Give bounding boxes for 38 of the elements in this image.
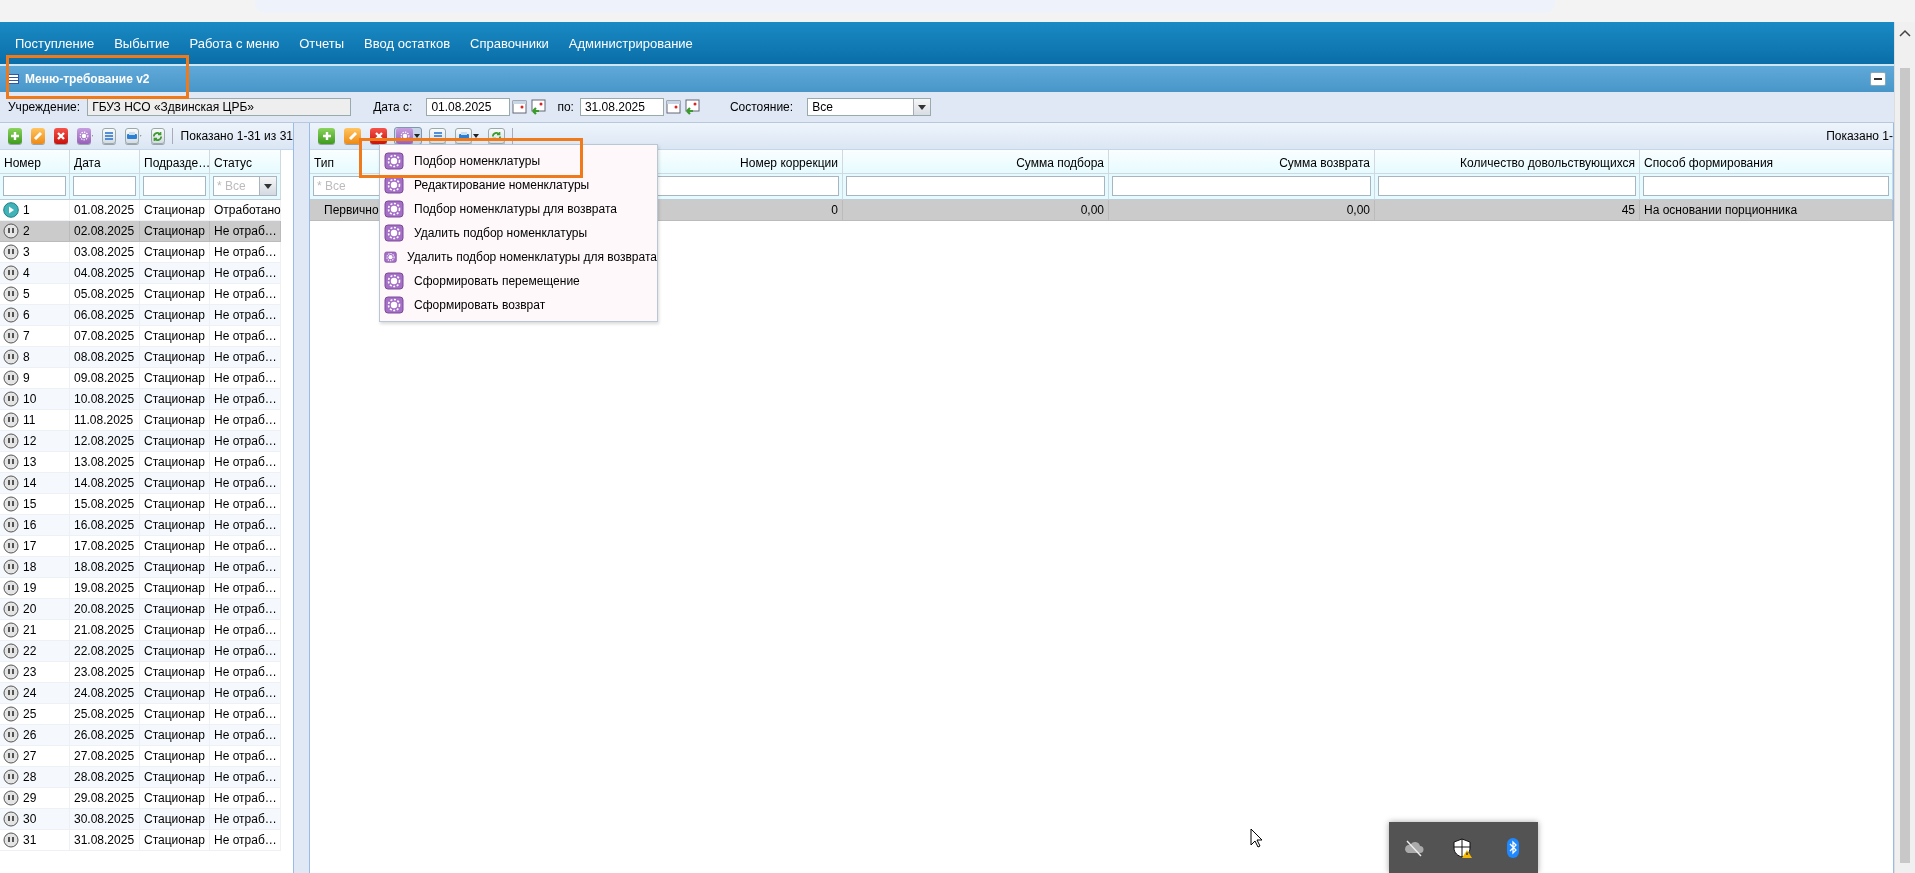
row-number: 1 [23, 203, 30, 217]
date-to-label: по: [557, 100, 574, 114]
row-number: 17 [23, 539, 37, 553]
row-number: 8 [23, 350, 30, 364]
row-number: 19 [23, 581, 37, 595]
row-number: 15 [23, 497, 37, 511]
row-number: 24 [23, 686, 37, 700]
row-number: 9 [23, 371, 30, 385]
row-number: 25 [23, 707, 37, 721]
row-number: 11 [23, 413, 36, 427]
row-number: 28 [23, 770, 37, 784]
row-number: 18 [23, 560, 37, 574]
row-number: 4 [23, 266, 30, 280]
state-label: Состояние: [729, 100, 794, 114]
row-number: 22 [23, 644, 37, 658]
row-number: 14 [23, 476, 37, 490]
paging-text: Показано 1- [1826, 129, 1893, 143]
institution-label: Учреждение: [8, 100, 81, 114]
row-number: 5 [23, 287, 30, 301]
row-number: 2 [23, 224, 30, 238]
row-number: 31 [23, 833, 37, 847]
row-number: 21 [23, 623, 37, 637]
row-number: 3 [23, 245, 30, 259]
row-number: 29 [23, 791, 37, 805]
row-number: 12 [23, 434, 37, 448]
row-number: 27 [23, 749, 37, 763]
row-number: 13 [23, 455, 37, 469]
paging-text: Показано 1-31 из 31 [180, 129, 293, 143]
row-number: 23 [23, 665, 37, 679]
row-number: 6 [23, 308, 30, 322]
row-number: 30 [23, 812, 37, 826]
row-number: 16 [23, 518, 37, 532]
date-from-label: Дата с: [373, 100, 413, 114]
row-number: 7 [23, 329, 30, 343]
row-number: 20 [23, 602, 37, 616]
row-number: 10 [23, 392, 37, 406]
window-title: Меню-требование v2 [25, 72, 151, 86]
row-number: 26 [23, 728, 37, 742]
